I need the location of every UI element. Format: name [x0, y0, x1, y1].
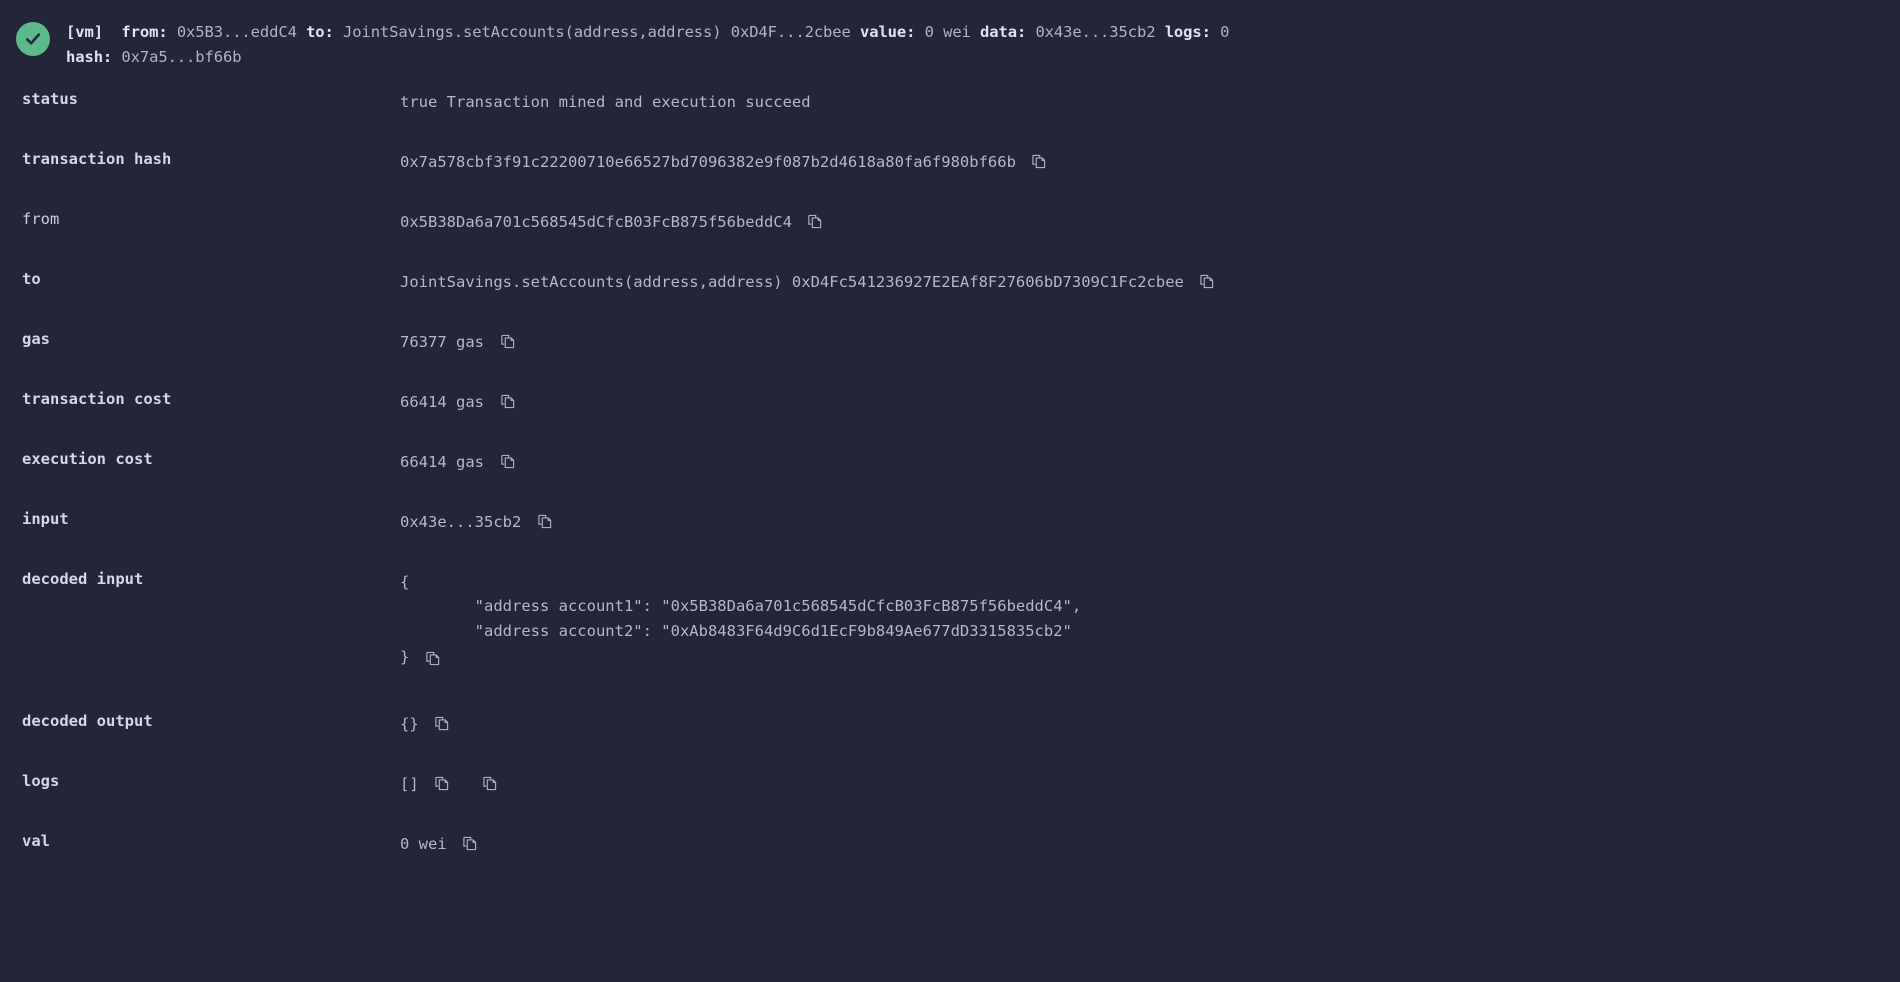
row-value-decoded-input: { "address account1": "0x5B38Da6a701c568…	[400, 570, 1900, 670]
row-label-logs: logs	[22, 772, 60, 790]
row-value-to: JointSavings.setAccounts(address,address…	[400, 270, 1900, 294]
to-label: to:	[306, 23, 334, 41]
value-text: 66414 gas	[400, 393, 484, 411]
value-text: 66414 gas	[400, 453, 484, 471]
hash-value: 0x7a5...bf66b	[121, 48, 242, 67]
row-from: from 0x5B38Da6a701c568545dCfcB03FcB875f56…	[0, 206, 1900, 266]
row-value-transaction-cost: 66414 gas	[400, 390, 1900, 414]
row-label-decoded-input: decoded input	[22, 570, 144, 588]
status-icon-wrap	[0, 20, 66, 56]
from-label: from:	[121, 23, 168, 41]
row-label-transaction-cost: transaction cost	[22, 390, 172, 408]
copy-icon[interactable]	[433, 773, 453, 793]
decoded-input-block: { "address account1": "0x5B38Da6a701c568…	[400, 570, 1081, 670]
vm-tag: [vm]	[66, 23, 103, 41]
copy-icon[interactable]	[535, 511, 555, 531]
copy-icon[interactable]	[423, 649, 443, 669]
value-text: 0x7a578cbf3f91c22200710e66527bd7096382e9…	[400, 153, 1016, 171]
copy-icon[interactable]	[498, 331, 518, 351]
row-value-execution-cost: 66414 gas	[400, 450, 1900, 474]
row-value-status: true Transaction mined and execution suc…	[400, 90, 1900, 114]
value-text: JointSavings.setAccounts(address,address…	[400, 273, 1184, 291]
detail-rows-top: status true Transaction mined and executi…	[0, 86, 1900, 566]
row-decoded-input: decoded input { "address account1": "0x5…	[0, 566, 1900, 708]
copy-icon[interactable]	[498, 451, 518, 471]
row-value-transaction-hash: 0x7a578cbf3f91c22200710e66527bd7096382e9…	[400, 150, 1900, 174]
row-input: input 0x43e...35cb2	[0, 506, 1900, 566]
value-text: 0 wei	[400, 835, 447, 853]
decoded-account2-line: "address account2": "0xAb8483F64d9C6d1Ec…	[400, 621, 1072, 640]
to-value: JointSavings.setAccounts(address,address…	[343, 23, 851, 41]
summary-line-2: hash: 0x7a5...bf66b	[66, 45, 1890, 70]
detail-rows-tail: decoded output {} logs [] val 0 wei	[0, 708, 1900, 888]
row-transaction-cost: transaction cost 66414 gas	[0, 386, 1900, 446]
row-label-transaction-hash: transaction hash	[22, 150, 172, 168]
copy-icon[interactable]	[461, 833, 481, 853]
decoded-account1-line: "address account1": "0x5B38Da6a701c56854…	[400, 597, 1082, 616]
row-value-input: 0x43e...35cb2	[400, 510, 1900, 534]
row-value-decoded-output: {}	[400, 712, 1900, 736]
data-label: data:	[980, 23, 1027, 41]
copy-icon[interactable]	[806, 211, 826, 231]
value-text: 76377 gas	[400, 333, 484, 351]
row-transaction-hash: transaction hash 0x7a578cbf3f91c22200710e…	[0, 146, 1900, 206]
row-value-gas: 76377 gas	[400, 330, 1900, 354]
value-text: 0x5B38Da6a701c568545dCfcB03FcB875f56bedd…	[400, 213, 792, 231]
row-decoded-output: decoded output {}	[0, 708, 1900, 768]
value-text: true Transaction mined and execution suc…	[400, 93, 811, 111]
row-label-to: to	[22, 270, 41, 288]
row-value-from: 0x5B38Da6a701c568545dCfcB03FcB875f56bedd…	[400, 210, 1900, 234]
row-label-decoded-output: decoded output	[22, 712, 153, 730]
from-value: 0x5B3...eddC4	[176, 23, 297, 41]
copy-icon[interactable]	[1030, 151, 1050, 171]
row-val: val 0 wei	[0, 828, 1900, 888]
logs-value: 0	[1220, 23, 1230, 41]
value-text: {}	[400, 715, 419, 733]
logs-label: logs:	[1164, 23, 1211, 41]
copy-icon[interactable]	[1198, 271, 1218, 291]
transaction-detail-rows: status true Transaction mined and executi…	[0, 78, 1900, 888]
row-label-input: input	[22, 510, 69, 528]
row-logs: logs []	[0, 768, 1900, 828]
summary-line-1: [vm] from: 0x5B3...eddC4 to: JointSaving…	[66, 20, 1890, 45]
row-label-val: val	[22, 832, 50, 850]
copy-icon[interactable]	[498, 391, 518, 411]
hash-label: hash:	[66, 48, 113, 67]
success-check-icon	[16, 22, 50, 56]
transaction-summary: [vm] from: 0x5B3...eddC4 to: JointSaving…	[66, 20, 1900, 70]
row-value-logs: []	[400, 772, 1900, 796]
row-execution-cost: execution cost 66414 gas	[0, 446, 1900, 506]
row-value-val: 0 wei	[400, 832, 1900, 856]
value-value: 0 wei	[924, 23, 971, 41]
copy-icon[interactable]	[433, 713, 453, 733]
row-to: to JointSavings.setAccounts(address,addre…	[0, 266, 1900, 326]
value-text: 0x43e...35cb2	[400, 513, 522, 531]
value-text: []	[400, 775, 419, 793]
row-status: status true Transaction mined and executi…	[0, 86, 1900, 146]
row-label-status: status	[22, 90, 78, 108]
decoded-close-brace: }	[400, 648, 410, 667]
row-label-execution-cost: execution cost	[22, 450, 153, 468]
decoded-close-row: }	[400, 645, 1081, 669]
decoded-open-brace: {	[400, 573, 410, 591]
row-label-from: from	[22, 210, 60, 228]
row-gas: gas 76377 gas	[0, 326, 1900, 386]
row-label-gas: gas	[22, 330, 50, 348]
transaction-header: [vm] from: 0x5B3...eddC4 to: JointSaving…	[0, 0, 1900, 78]
copy-icon[interactable]	[481, 773, 501, 793]
data-value: 0x43e...35cb2	[1035, 23, 1156, 41]
value-label: value:	[859, 23, 916, 41]
